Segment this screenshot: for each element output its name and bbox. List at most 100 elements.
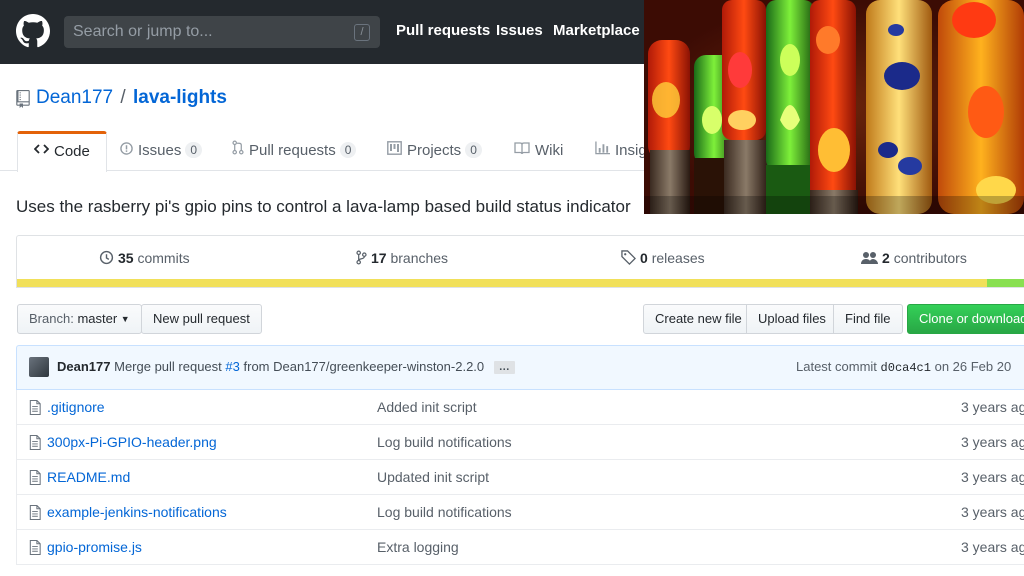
commit-author[interactable]: Dean177: [57, 359, 110, 374]
contributors-label: contributors: [893, 250, 967, 266]
file-icon: [29, 434, 41, 451]
file-age: 3 years ag: [961, 504, 1024, 520]
latest-commit-label: Latest commit: [796, 359, 877, 374]
table-row: gpio-promise.js Extra logging 3 years ag: [16, 530, 1024, 565]
file-icon: [29, 399, 41, 416]
branch-name: master: [77, 311, 118, 326]
branches-count: 17: [371, 250, 387, 266]
nav-marketplace[interactable]: Marketplace: [553, 22, 640, 39]
repo-icon: [16, 90, 30, 108]
file-name-link[interactable]: example-jenkins-notifications: [47, 504, 227, 520]
tab-code[interactable]: Code: [17, 131, 107, 172]
commit-message-prefix[interactable]: Merge pull request: [114, 359, 222, 374]
contributors-count: 2: [882, 250, 890, 266]
commit-sha-link[interactable]: d0ca4c1: [881, 361, 931, 375]
language-bar-segment: [17, 279, 987, 287]
commit-date: on 26 Feb 20: [934, 359, 1012, 374]
commits-link[interactable]: 35 commits: [99, 250, 190, 268]
search-shortcut-key: /: [354, 24, 370, 41]
file-commit-message-link[interactable]: Added init script: [377, 399, 477, 415]
file-name-link[interactable]: gpio-promise.js: [47, 539, 142, 555]
tab-wiki[interactable]: Wiki: [514, 131, 563, 171]
tab-insights-label: Insig: [615, 142, 647, 159]
table-row: 300px-Pi-GPIO-header.png Log build notifi…: [16, 425, 1024, 460]
file-name-link[interactable]: 300px-Pi-GPIO-header.png: [47, 434, 217, 450]
tag-icon: [621, 250, 636, 268]
github-logo-icon[interactable]: [16, 14, 50, 48]
file-icon: [29, 539, 41, 556]
tab-code-label: Code: [54, 143, 90, 160]
file-icon: [29, 469, 41, 486]
avatar[interactable]: [29, 357, 49, 377]
commit-expand-button[interactable]: …: [493, 361, 515, 374]
tab-projects-label: Projects: [407, 142, 462, 159]
file-name-link[interactable]: README.md: [47, 469, 130, 485]
search-placeholder: Search or jump to...: [73, 23, 213, 40]
branches-label: branches: [390, 250, 449, 266]
book-icon: [514, 131, 530, 171]
branches-link[interactable]: 17 branches: [356, 250, 448, 268]
upload-files-button[interactable]: Upload files: [746, 304, 838, 334]
file-name-link[interactable]: .gitignore: [47, 399, 105, 415]
branch-prefix: Branch:: [29, 311, 74, 326]
commits-label: commits: [137, 250, 190, 266]
nav-issues[interactable]: Issues: [496, 22, 543, 39]
tab-issues[interactable]: Issues 0: [120, 131, 203, 171]
file-commit-message-link[interactable]: Updated init script: [377, 469, 489, 485]
table-row: README.md Updated init script 3 years ag: [16, 460, 1024, 495]
tab-insights[interactable]: Insig: [595, 131, 647, 171]
latest-commit-info: Latest commit d0ca4c1 on 26 Feb 20: [796, 359, 1011, 375]
branch-select-button[interactable]: Branch: master ▼: [17, 304, 142, 334]
graph-icon: [595, 131, 610, 171]
releases-count: 0: [640, 250, 648, 266]
tab-wiki-label: Wiki: [535, 142, 564, 159]
file-age: 3 years ag: [961, 469, 1024, 485]
screenshot: Search or jump to... / Pull requests Iss…: [0, 0, 1024, 576]
releases-label: releases: [651, 250, 705, 266]
project-icon: [387, 131, 402, 171]
find-file-button[interactable]: Find file: [833, 304, 903, 334]
commit-summary: Dean177 Merge pull request #3 from Dean1…: [57, 359, 515, 374]
contributors-link[interactable]: 2 contributors: [861, 250, 967, 268]
history-icon: [99, 250, 114, 268]
repo-description: Uses the rasberry pi's gpio pins to cont…: [16, 197, 631, 216]
nav-pull-requests[interactable]: Pull requests: [396, 22, 490, 39]
lava-lamp-photo: [644, 0, 1024, 214]
table-row: example-jenkins-notifications Log build n…: [16, 495, 1024, 530]
language-bar[interactable]: [17, 279, 1024, 287]
latest-commit-bar: Dean177 Merge pull request #3 from Dean1…: [16, 345, 1024, 390]
pull-request-icon: [232, 131, 244, 171]
file-age: 3 years ag: [961, 539, 1024, 555]
file-commit-message-link[interactable]: Log build notifications: [377, 504, 512, 520]
releases-link[interactable]: 0 releases: [621, 250, 705, 268]
issue-icon: [120, 131, 133, 171]
people-icon: [861, 251, 878, 268]
repo-title: Dean177 / lava-lights: [36, 87, 227, 109]
clone-or-download-button[interactable]: Clone or download: [907, 304, 1024, 334]
repo-owner-link[interactable]: Dean177: [36, 87, 113, 108]
tab-issues-count: 0: [185, 142, 203, 158]
file-icon: [29, 504, 41, 521]
file-age: 3 years ag: [961, 434, 1024, 450]
new-pull-request-button[interactable]: New pull request: [141, 304, 262, 334]
table-row: .gitignore Added init script 3 years ag: [16, 390, 1024, 425]
tab-projects[interactable]: Projects 0: [387, 131, 482, 171]
create-new-file-button[interactable]: Create new file: [643, 304, 754, 334]
commits-count: 35: [118, 250, 134, 266]
file-commit-message-link[interactable]: Log build notifications: [377, 434, 512, 450]
language-bar-segment: [986, 279, 1024, 287]
commit-message-suffix[interactable]: from Dean177/greenkeeper-winston-2.2.0: [244, 359, 485, 374]
branch-icon: [356, 250, 367, 268]
file-age: 3 years ag: [961, 399, 1024, 415]
search-input[interactable]: Search or jump to... /: [64, 16, 380, 48]
tab-pull-requests-label: Pull requests: [249, 142, 336, 159]
tab-pull-requests[interactable]: Pull requests 0: [232, 131, 357, 171]
commit-pr-link[interactable]: #3: [225, 359, 239, 374]
tab-pull-requests-count: 0: [339, 142, 357, 158]
chevron-down-icon: ▼: [120, 314, 130, 324]
tab-projects-count: 0: [465, 142, 482, 158]
tab-issues-label: Issues: [138, 142, 182, 159]
file-commit-message-link[interactable]: Extra logging: [377, 539, 459, 555]
repo-title-separator: /: [120, 87, 126, 108]
repo-name-link[interactable]: lava-lights: [133, 87, 227, 108]
